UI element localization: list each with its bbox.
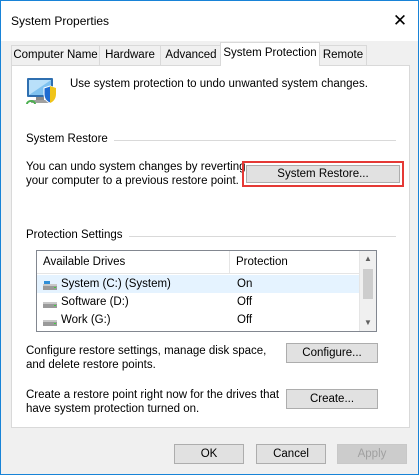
close-button[interactable]: ✕ [390, 11, 410, 31]
drive-row[interactable]: Work (G:) Off [37, 311, 359, 329]
drive-protection-status: On [237, 278, 253, 290]
drive-icon [43, 297, 57, 308]
drive-name: System (C:) (System) [61, 278, 171, 290]
system-drive-icon [43, 279, 57, 290]
protection-settings-group-label: Protection Settings [26, 229, 129, 241]
drives-list-header: Available Drives Protection [37, 251, 359, 274]
drives-list[interactable]: Available Drives Protection System (C:) … [36, 250, 377, 332]
tab-strip: Computer Name Hardware Advanced System P… [11, 42, 411, 66]
system-restore-description: You can undo system changes by reverting… [26, 161, 246, 187]
drive-name: Work (G:) [61, 314, 111, 326]
drive-row[interactable]: Software (D:) Off [37, 293, 359, 311]
column-available-drives[interactable]: Available Drives [37, 251, 230, 273]
tab-hardware[interactable]: Hardware [99, 45, 161, 65]
window-title: System Properties [11, 14, 110, 28]
drives-list-scrollbar[interactable]: ▲ ▼ [359, 251, 376, 331]
tab-remote[interactable]: Remote [319, 45, 367, 65]
system-protection-icon [24, 74, 58, 108]
drive-name: Software (D:) [61, 296, 129, 308]
drive-icon [43, 315, 57, 326]
scroll-thumb[interactable] [363, 269, 373, 299]
column-protection[interactable]: Protection [230, 251, 356, 273]
scroll-down-icon[interactable]: ▼ [360, 315, 376, 331]
configure-button[interactable]: Configure... [286, 343, 378, 363]
tab-advanced[interactable]: Advanced [160, 45, 222, 65]
dialog-button-bar: OK Cancel Apply [1, 434, 418, 474]
close-icon: ✕ [392, 11, 408, 30]
drive-protection-status: Off [237, 296, 253, 308]
system-restore-button[interactable]: System Restore... [242, 161, 404, 187]
scroll-up-icon[interactable]: ▲ [360, 251, 376, 267]
drive-protection-status: Off [237, 314, 253, 326]
configure-description: Configure restore settings, manage disk … [26, 345, 267, 371]
tab-computer-name[interactable]: Computer Name [11, 45, 100, 65]
cancel-button[interactable]: Cancel [256, 444, 326, 464]
system-restore-group-label: System Restore [26, 133, 114, 145]
tab-system-protection[interactable]: System Protection [220, 42, 320, 66]
create-button[interactable]: Create... [286, 389, 378, 409]
system-protection-panel: Use system protection to undo unwanted s… [11, 65, 410, 428]
drive-row[interactable]: System (C:) (System) On [37, 275, 359, 293]
intro-text: Use system protection to undo unwanted s… [70, 78, 368, 90]
create-description: Create a restore point right now for the… [26, 389, 280, 415]
apply-button: Apply [337, 444, 407, 464]
title-bar: System Properties ✕ [1, 1, 418, 41]
system-properties-window: System Properties ✕ Computer Name Hardwa… [0, 0, 419, 475]
ok-button[interactable]: OK [174, 444, 244, 464]
